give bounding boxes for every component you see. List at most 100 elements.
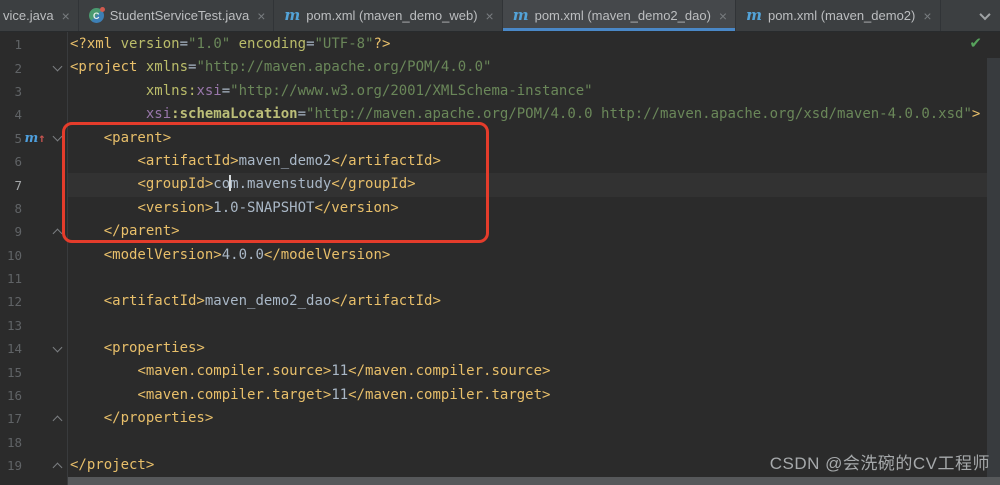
close-icon[interactable]: × xyxy=(486,9,494,23)
fold-end-icon[interactable] xyxy=(52,462,62,473)
code-segment-tag: </groupId> xyxy=(331,176,416,193)
code-line[interactable]: <parent> xyxy=(68,127,1000,150)
tab-pom-xml-maven-demo-web[interactable]: m pom.xml (maven_demo_web) × xyxy=(274,0,503,31)
code-segment-attr: version xyxy=(120,36,180,52)
gutter-row: 17 xyxy=(0,407,67,430)
maven-parent-pom-icon[interactable]: m xyxy=(25,131,39,146)
line-number: 15 xyxy=(6,364,22,380)
gutter-row: 2 xyxy=(0,56,67,79)
code-segment-string: "1.0" xyxy=(188,36,231,52)
code-line[interactable]: xsi:schemaLocation="http://maven.apache.… xyxy=(68,103,1000,126)
code-line[interactable]: </parent> xyxy=(68,220,1000,243)
code-segment-plain xyxy=(70,176,137,192)
line-number: 6 xyxy=(14,154,22,170)
tab-vice-java[interactable]: vice.java × xyxy=(0,0,79,31)
fold-slot xyxy=(48,414,66,426)
line-number: 10 xyxy=(6,247,22,263)
code-line[interactable] xyxy=(68,314,1000,337)
code-segment-prefix: xsi xyxy=(196,82,222,99)
code-segment-plain xyxy=(70,200,137,216)
gutter-row: 18 xyxy=(0,431,67,454)
line-number: 14 xyxy=(6,341,22,357)
code-segment-text: 11 xyxy=(331,363,349,380)
fold-slot xyxy=(48,131,66,142)
line-number: 9 xyxy=(14,224,22,240)
code-line[interactable]: <maven.compiler.target>11</maven.compile… xyxy=(68,384,1000,407)
code-segment-plain xyxy=(70,223,104,239)
tab-label: pom.xml (maven_demo2) xyxy=(767,8,916,23)
chevron-down-glyph xyxy=(979,8,991,20)
line-number: 3 xyxy=(14,83,22,99)
code-line[interactable]: <maven.compiler.source>11</maven.compile… xyxy=(68,360,1000,383)
fold-slot xyxy=(48,61,66,72)
code-segment-plain xyxy=(70,130,104,146)
watermark: CSDN @会洗碗的CV工程师 xyxy=(769,454,990,473)
code-segment-string: "UTF-8" xyxy=(314,36,374,52)
code-line[interactable]: <?xml version="1.0" encoding="UTF-8"?> xyxy=(68,33,1000,56)
line-number: 1 xyxy=(14,37,22,53)
code-line[interactable]: xmlns:xsi="http://www.w3.org/2001/XMLSch… xyxy=(68,80,1000,103)
code-segment-text: 4.0.0 xyxy=(221,246,264,263)
code-line[interactable]: <properties> xyxy=(68,337,1000,360)
tab-pom-xml-maven-demo2[interactable]: m pom.xml (maven_demo2) × xyxy=(736,0,941,31)
gutter-row: 15 xyxy=(0,360,67,383)
code-editor[interactable]: 1 2 3 4 5 m ↑ 6 7 8 9 10 11 12 13 14 15 16 17 18 19 <?xml ve… xyxy=(0,32,1000,485)
gutter-row: 12 xyxy=(0,290,67,313)
code-segment-plain: = xyxy=(179,36,189,52)
tab-studentservicetest-java[interactable]: C StudentServiceTest.java × xyxy=(79,0,275,31)
close-icon[interactable]: × xyxy=(62,9,70,23)
code-segment-attr: xmlns xyxy=(145,59,189,76)
close-icon[interactable]: × xyxy=(923,9,931,23)
editor-gutter: 1 2 3 4 5 m ↑ 6 7 8 9 10 11 12 13 14 15 16 17 18 19 xyxy=(0,32,68,485)
code-line[interactable]: <artifactId>maven_demo2</artifactId> xyxy=(68,150,1000,173)
code-segment-prefix: xsi xyxy=(145,106,172,123)
code-line[interactable]: <modelVersion>4.0.0</modelVersion> xyxy=(68,244,1000,267)
fold-end-icon[interactable] xyxy=(52,228,62,239)
fold-end-icon[interactable] xyxy=(52,415,62,426)
code-segment-plain xyxy=(70,410,104,426)
navigate-up-arrow-icon[interactable]: ↑ xyxy=(38,131,45,145)
maven-icon: m xyxy=(512,6,529,24)
chevron-down-icon[interactable] xyxy=(970,0,1000,31)
vertical-scrollbar[interactable] xyxy=(987,58,1000,477)
gutter-row: 16 xyxy=(0,384,67,407)
close-icon[interactable]: × xyxy=(719,9,727,23)
horizontal-scrollbar[interactable] xyxy=(68,477,1000,485)
maven-icon: m xyxy=(746,6,762,24)
inspection-ok-icon[interactable]: ✔ xyxy=(969,34,982,52)
code-area[interactable]: <?xml version="1.0" encoding="UTF-8"?> <p… xyxy=(68,32,1000,485)
code-segment-tag: <maven.compiler.target> xyxy=(137,386,332,403)
code-line[interactable]: <version>1.0-SNAPSHOT</version> xyxy=(68,197,1000,220)
ide-window: vice.java × C StudentServiceTest.java × m pom.… xyxy=(0,0,1000,485)
gutter-icon-slot: m ↑ xyxy=(22,131,48,146)
fold-expanded-icon[interactable] xyxy=(52,131,62,142)
code-segment-plain xyxy=(70,387,137,403)
code-segment-tag: <modelVersion> xyxy=(103,246,222,263)
gutter-row: 4 xyxy=(0,103,67,126)
code-segment-text: co xyxy=(213,176,231,193)
fold-expanded-icon[interactable] xyxy=(52,342,62,353)
code-line[interactable]: <project xmlns="http://maven.apache.org/… xyxy=(68,56,1000,79)
code-segment-text: 11 xyxy=(331,386,349,403)
code-segment-tag: ?> xyxy=(373,36,391,52)
close-icon[interactable]: × xyxy=(257,9,265,23)
code-segment-tag: <parent> xyxy=(103,129,172,146)
code-segment-tag: <project xyxy=(70,59,146,76)
code-segment-plain xyxy=(70,106,146,122)
code-line[interactable]: <groupId>com.mavenstudy</groupId> xyxy=(68,173,1000,197)
code-line[interactable]: </properties> xyxy=(68,407,1000,430)
code-line[interactable]: <artifactId>maven_demo2_dao</artifactId> xyxy=(68,290,1000,313)
line-number: 4 xyxy=(14,107,22,123)
tab-pom-xml-maven-demo2-dao[interactable]: m pom.xml (maven_demo2_dao) × xyxy=(502,0,737,31)
code-segment-tag: </parent> xyxy=(103,223,180,240)
line-number: 5 xyxy=(14,130,22,146)
tab-label: pom.xml (maven_demo2_dao) xyxy=(534,8,711,23)
fold-expanded-icon[interactable] xyxy=(52,61,62,72)
code-segment-tag: </artifactId> xyxy=(331,293,441,310)
code-segment-tag: <properties> xyxy=(103,340,205,357)
code-line[interactable] xyxy=(68,267,1000,290)
code-segment-text: maven_demo2_dao xyxy=(204,293,332,310)
code-segment-attr: xmlns: xyxy=(145,82,197,99)
gutter-row: 7 xyxy=(0,173,67,196)
line-number: 2 xyxy=(14,60,22,76)
